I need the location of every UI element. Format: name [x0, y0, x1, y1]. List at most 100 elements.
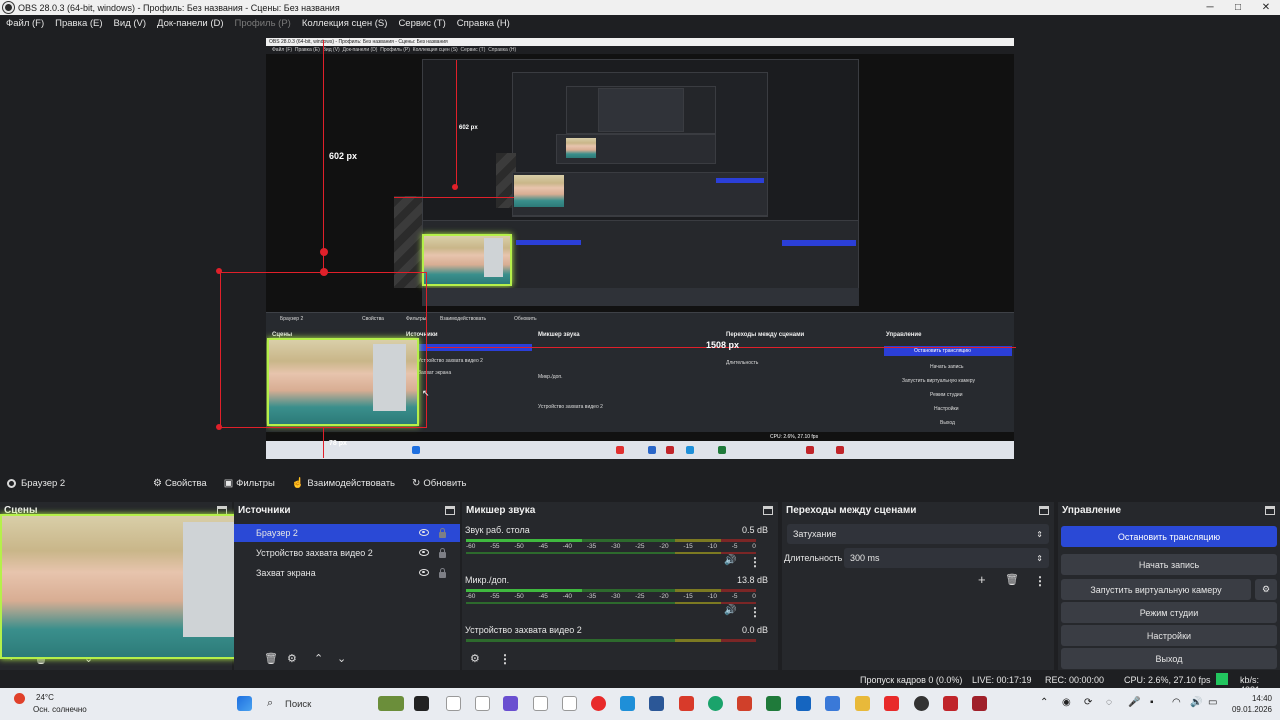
file-icon[interactable] [533, 696, 548, 711]
taskbar-clock[interactable]: 14:40 09.01.2026 [1232, 693, 1272, 715]
source-row-screen-capture[interactable]: Захват экрана [234, 564, 460, 582]
stop-stream-button[interactable]: Остановить трансляцию [1061, 526, 1277, 547]
lock-icon[interactable] [439, 548, 446, 558]
start-record-button[interactable]: Начать запись [1061, 554, 1277, 575]
properties-button[interactable]: ⚙ Свойства [147, 473, 213, 493]
tray-chevron-icon[interactable]: ⌃ [1040, 697, 1048, 708]
mixer-settings-icon[interactable]: ⚙ [470, 652, 480, 665]
file-icon[interactable] [475, 696, 490, 711]
resize-handle-top[interactable] [320, 248, 328, 256]
resize-handle-tl[interactable] [216, 268, 222, 274]
undock-icon[interactable] [445, 505, 455, 515]
windows-start-icon[interactable] [237, 696, 252, 711]
menu-docks[interactable]: Док-панели (D) [157, 18, 223, 29]
tray-icon[interactable]: ◌ [1106, 697, 1112, 708]
selected-source: Браузер 2 [7, 478, 147, 489]
transition-select[interactable]: Затухание ⇕ [787, 524, 1049, 544]
app-icon[interactable] [972, 696, 987, 711]
menu-edit[interactable]: Правка (E) [55, 18, 102, 29]
lock-icon[interactable] [439, 568, 446, 578]
mic-fader[interactable] [466, 602, 756, 604]
source-down-icon[interactable]: ⌄ [337, 652, 346, 665]
store-icon[interactable] [796, 696, 811, 711]
canvas-taskbar [266, 441, 1014, 459]
preview-canvas[interactable]: OBS 28.0.3 (64-bit, windows) - Профиль: … [266, 38, 1014, 459]
weather-temp[interactable]: 24°C [36, 693, 54, 702]
canvas-mic-label: Микр./доп. [538, 374, 563, 380]
weather-desc[interactable]: Осн. солнечно [33, 705, 87, 714]
db-tick-label: -35 [586, 543, 597, 550]
tray-icon[interactable]: ⟳ [1084, 697, 1092, 708]
webcam-overlay-border [0, 514, 263, 659]
visibility-eye-icon[interactable] [419, 569, 429, 576]
menu-tools[interactable]: Сервис (T) [398, 18, 445, 29]
transition-menu-icon[interactable]: ⋮ [1034, 575, 1046, 587]
visibility-eye-icon[interactable] [419, 549, 429, 556]
word-icon[interactable] [649, 696, 664, 711]
resize-handle-top-mid[interactable] [320, 268, 328, 276]
source-row-video-capture[interactable]: Устройство захвата видео 2 [234, 544, 460, 562]
duration-input[interactable]: 300 ms ⇕ [844, 548, 1049, 568]
settings-button[interactable]: Настройки [1061, 625, 1277, 646]
desktop-fader[interactable] [466, 552, 756, 554]
channel-menu-icon[interactable]: ⋮ [749, 556, 761, 568]
taskbar-search[interactable]: Поиск [262, 694, 372, 714]
undock-icon[interactable] [1039, 505, 1049, 515]
source-properties-icon[interactable]: ⚙ [287, 652, 297, 665]
source-up-icon[interactable]: ⌃ [314, 652, 323, 665]
interact-button[interactable]: ☝ Взаимодействовать [286, 473, 401, 493]
tray-icon[interactable]: ▪ [1150, 697, 1154, 708]
menu-help[interactable]: Справка (H) [457, 18, 510, 29]
studio-mode-button[interactable]: Режим студии [1061, 602, 1277, 623]
resize-handle-bl[interactable] [216, 424, 222, 430]
undock-icon[interactable] [763, 505, 773, 515]
lock-icon[interactable] [439, 528, 446, 538]
refresh-button[interactable]: ↻ Обновить [406, 473, 472, 493]
virtual-camera-button[interactable]: Запустить виртуальную камеру [1061, 579, 1251, 600]
exit-button[interactable]: Выход [1061, 648, 1277, 669]
speaker-icon[interactable]: 🔊 [724, 555, 736, 566]
canvas-transitions-title: Переходы между сценами [726, 332, 805, 338]
wifi-icon[interactable]: ◠ [1172, 697, 1181, 708]
virtual-camera-settings-icon[interactable]: ⚙ [1255, 579, 1277, 600]
task-view-icon[interactable] [414, 696, 429, 711]
source-row-browser[interactable]: Браузер 2 [234, 524, 460, 542]
yandex-icon[interactable] [591, 696, 606, 711]
excel-icon[interactable] [766, 696, 781, 711]
volume-icon[interactable]: 🔊 [1190, 697, 1202, 708]
microphone-icon[interactable]: 🎤 [1128, 697, 1140, 708]
yandex-browser-icon[interactable] [884, 696, 899, 711]
calendar-icon[interactable] [825, 696, 840, 711]
menu-view[interactable]: Вид (V) [114, 18, 147, 29]
maximize-button[interactable]: □ [1224, 2, 1252, 13]
add-transition-icon[interactable]: + [978, 572, 986, 587]
edge-icon[interactable] [708, 696, 723, 711]
obs-taskbar-icon[interactable] [914, 696, 929, 711]
file-icon[interactable] [446, 696, 461, 711]
db-tick-label: -10 [707, 543, 717, 550]
undock-icon[interactable] [1265, 505, 1275, 515]
menu-scene-collection[interactable]: Коллекция сцен (S) [302, 18, 388, 29]
widgets-icon[interactable] [378, 696, 404, 711]
pdf-icon[interactable] [737, 696, 752, 711]
app-icon[interactable] [943, 696, 958, 711]
nested-webcam-small [566, 138, 596, 158]
delete-source-icon[interactable]: 🗑 [264, 652, 278, 665]
channel-menu-icon[interactable]: ⋮ [749, 606, 761, 618]
battery-icon[interactable]: ▭ [1208, 697, 1217, 708]
filters-button[interactable]: ▣ Фильтры [218, 473, 281, 493]
mixer-menu-icon[interactable]: ⋮ [499, 653, 511, 665]
minimize-button[interactable]: ─ [1196, 2, 1224, 13]
visibility-eye-icon[interactable] [419, 529, 429, 536]
file-icon[interactable] [562, 696, 577, 711]
app-icon[interactable] [679, 696, 694, 711]
speaker-icon[interactable]: 🔊 [724, 605, 736, 616]
tray-icon[interactable]: ◉ [1062, 697, 1071, 708]
folder-icon[interactable] [855, 696, 870, 711]
menu-profile[interactable]: Профиль (P) [235, 18, 291, 29]
keyboard-icon[interactable] [620, 696, 635, 711]
delete-transition-icon[interactable]: 🗑 [1005, 573, 1019, 586]
teams-icon[interactable] [503, 696, 518, 711]
menu-file[interactable]: Файл (F) [6, 18, 44, 29]
close-button[interactable]: ✕ [1252, 2, 1280, 13]
